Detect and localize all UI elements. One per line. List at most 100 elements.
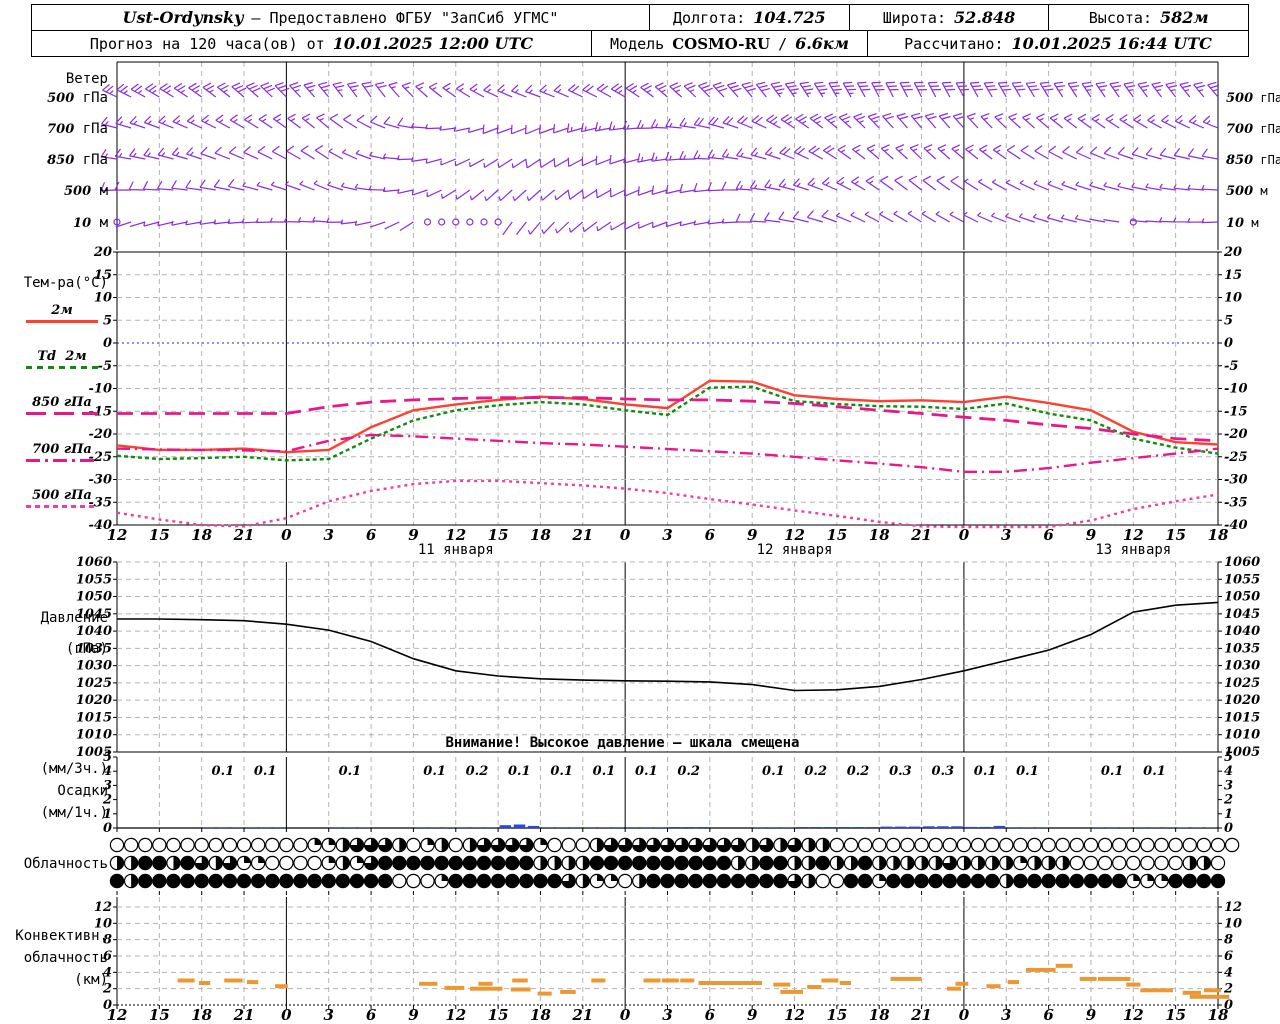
- precip-bar: [344, 827, 356, 828]
- convective-bar: [537, 991, 552, 996]
- svg-text:18: 18: [1208, 526, 1229, 544]
- svg-text:0.1: 0.1: [974, 764, 997, 779]
- svg-text:21: 21: [233, 526, 255, 544]
- svg-text:12: 12: [784, 1006, 805, 1024]
- precip-bar: [598, 827, 610, 828]
- svg-text:21: 21: [571, 526, 593, 544]
- precip-bar: [1036, 827, 1048, 828]
- precip-bar: [330, 827, 342, 828]
- svg-text:5: 5: [103, 313, 112, 328]
- svg-text:11 января: 11 января: [418, 542, 494, 558]
- svg-text:1040: 1040: [76, 624, 112, 639]
- svg-text:0.1: 0.1: [212, 764, 235, 779]
- legend-t2m-line: [26, 320, 98, 323]
- convective-bar: [224, 978, 243, 983]
- svg-text:18: 18: [530, 526, 551, 544]
- convective-bar: [1182, 990, 1201, 995]
- svg-text:3: 3: [662, 526, 672, 544]
- precip-bar: [612, 827, 625, 828]
- svg-text:0.1: 0.1: [423, 764, 446, 779]
- svg-text:12: 12: [107, 1006, 128, 1024]
- precip-bar: [979, 826, 992, 828]
- precip-bar: [683, 827, 695, 828]
- precip-bar: [273, 827, 286, 828]
- svg-text:8: 8: [1224, 933, 1233, 948]
- svg-text:0: 0: [103, 336, 112, 351]
- svg-text:1060: 1060: [76, 555, 112, 570]
- convective-bar: [821, 978, 839, 983]
- convective-bar: [198, 981, 211, 985]
- precip-bar: [414, 827, 427, 828]
- wind-row-label-10m-right: 10 м: [1226, 216, 1259, 231]
- svg-text:10: 10: [1224, 916, 1242, 931]
- convective-bar: [1140, 988, 1173, 993]
- convective-bar: [643, 978, 661, 983]
- precip-bar: [781, 827, 794, 828]
- precip-bar: [457, 827, 469, 828]
- svg-text:0.1: 0.1: [1101, 764, 1124, 779]
- svg-text:0.1: 0.1: [635, 764, 658, 779]
- precip-bar: [584, 827, 596, 828]
- svg-text:0.1: 0.1: [508, 764, 531, 779]
- convective-bar: [773, 982, 791, 987]
- meteogram-page: Ust-Ordynsky — Предоставлено ФГБУ "ЗапСи…: [0, 0, 1280, 1024]
- svg-text:6: 6: [705, 526, 716, 544]
- convective-bar: [680, 978, 695, 983]
- svg-text:10: 10: [1224, 291, 1242, 306]
- svg-text:21: 21: [910, 1006, 932, 1024]
- convective-bar: [947, 986, 962, 991]
- svg-text:0: 0: [281, 1006, 292, 1024]
- convective-bar: [512, 978, 528, 983]
- wind-barbs-panel: [100, 61, 1220, 250]
- convective-bar: [661, 978, 679, 983]
- legend-t500-label: 500 гПа: [32, 488, 92, 503]
- svg-text:0.1: 0.1: [339, 764, 362, 779]
- svg-text:3: 3: [1001, 526, 1011, 544]
- precip-bar: [245, 827, 258, 828]
- svg-text:1035: 1035: [1224, 641, 1260, 656]
- svg-text:0: 0: [620, 1006, 631, 1024]
- wind-row-label-850hpa-left: 850 гПа: [47, 152, 108, 168]
- cloudiness-panel-label: Облачность: [23, 856, 108, 872]
- pressure-panel-label-2: (гПа): [65, 641, 108, 657]
- legend-td2m-line: [26, 366, 98, 369]
- precip-label-1h: (мм/1ч.): [40, 805, 108, 821]
- svg-text:12: 12: [1224, 900, 1242, 915]
- convective-bar: [478, 981, 493, 986]
- precip-bar: [866, 827, 879, 828]
- temperature-panel-label: Тем-ра(°C): [23, 275, 108, 291]
- precip-bar: [880, 826, 893, 828]
- precip-bar: [1021, 827, 1034, 828]
- precip-bar: [1134, 827, 1147, 828]
- svg-text:1050: 1050: [1224, 590, 1260, 605]
- precip-bar: [796, 827, 808, 828]
- svg-text:15: 15: [1165, 1006, 1186, 1024]
- precip-bar: [1163, 827, 1175, 828]
- svg-text:0: 0: [959, 526, 970, 544]
- convective-bar: [780, 989, 803, 994]
- convective-panel-plot: 0 02 24 46 68 810 1012 1212 15 18 21 0 3 6 9 12 15 18 21 0 3…: [94, 897, 1242, 1024]
- precip-label-3h: (мм/3ч.): [40, 761, 108, 777]
- svg-text:-5: -5: [1224, 359, 1238, 374]
- svg-text:-25: -25: [1224, 450, 1248, 465]
- pressure-panel-label-1: Давление: [40, 610, 108, 626]
- convective-bar: [955, 981, 969, 986]
- wind-row-label-500m-right: 500 м: [1226, 184, 1268, 199]
- precip-bar: [838, 827, 850, 828]
- precipitation-panel-plot: 0 01 12 23 34 45 50.1 0.1 0.1 0.1 0.2 0.1 0.1 0.1 0.1 0…: [102, 750, 1233, 836]
- svg-text:1060: 1060: [1224, 555, 1260, 570]
- svg-text:0.3: 0.3: [889, 764, 912, 779]
- svg-text:3: 3: [324, 1006, 334, 1024]
- svg-text:18: 18: [1208, 1006, 1229, 1024]
- svg-text:13 января: 13 января: [1095, 542, 1171, 558]
- svg-text:5: 5: [1224, 313, 1233, 328]
- precip-bar: [767, 827, 780, 828]
- svg-text:9: 9: [1086, 1006, 1097, 1024]
- svg-text:-20: -20: [1224, 427, 1248, 442]
- svg-text:12: 12: [107, 526, 128, 544]
- convective-panel-label-2: облачность: [23, 950, 108, 966]
- convective-bar: [275, 984, 288, 989]
- svg-text:0.1: 0.1: [254, 764, 277, 779]
- wind-row-label-850hpa-right: 850 гПа: [1226, 153, 1280, 168]
- svg-text:15: 15: [826, 1006, 847, 1024]
